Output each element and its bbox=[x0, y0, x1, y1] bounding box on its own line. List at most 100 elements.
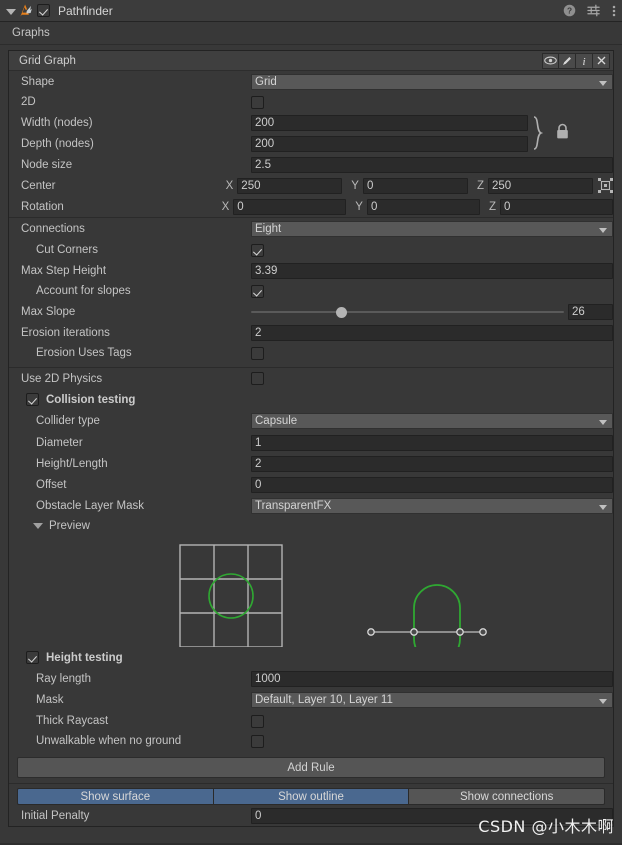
node-size-input[interactable]: 2.5 bbox=[251, 156, 613, 173]
foldout-triangle-icon[interactable] bbox=[4, 5, 16, 17]
show-surface-toggle[interactable]: Show surface bbox=[17, 788, 214, 805]
row-center: Center X 250 Y 0 Z 250 bbox=[9, 175, 613, 196]
shape-dropdown[interactable]: Grid bbox=[251, 73, 613, 90]
row-mask: Mask Default, Layer 10, Layer 11 bbox=[9, 689, 613, 711]
width-nodes-value: 200 bbox=[255, 116, 275, 129]
show-outline-toggle[interactable]: Show outline bbox=[213, 788, 410, 805]
center-axis-x-label: X bbox=[225, 179, 234, 192]
close-icon[interactable] bbox=[593, 52, 610, 69]
max-slope-input[interactable]: 26 bbox=[568, 303, 613, 320]
rotation-axis-z-label: Z bbox=[488, 200, 496, 213]
slider-track bbox=[251, 310, 564, 313]
center-y-input[interactable]: 0 bbox=[362, 177, 468, 194]
collision-preview-canvas bbox=[179, 544, 487, 663]
rotation-z-input[interactable]: 0 bbox=[500, 198, 613, 215]
account-for-slopes-checkbox[interactable] bbox=[251, 284, 264, 298]
offset-input[interactable]: 0 bbox=[251, 476, 613, 493]
row-max-step-height: Max Step Height 3.39 bbox=[9, 260, 613, 281]
mask-dropdown[interactable]: Default, Layer 10, Layer 11 bbox=[251, 692, 613, 708]
height-length-value: 2 bbox=[255, 457, 262, 470]
collision-testing-label: Collision testing bbox=[46, 393, 136, 406]
row-rotation: Rotation X 0 Y 0 Z 0 bbox=[9, 196, 613, 217]
obstacle-layer-mask-value: TransparentFX bbox=[255, 500, 332, 512]
row-obstacle-layer-mask: Obstacle Layer Mask TransparentFX bbox=[9, 495, 613, 517]
component-header: Pathfinder ? bbox=[0, 0, 622, 22]
depth-nodes-input[interactable]: 200 bbox=[251, 135, 528, 152]
connections-dropdown[interactable]: Eight bbox=[251, 221, 613, 237]
cut-corners-checkbox[interactable] bbox=[251, 243, 264, 257]
diameter-input[interactable]: 1 bbox=[251, 434, 613, 451]
grid-graph-title-icons: i bbox=[542, 52, 613, 69]
erosion-uses-tags-checkbox[interactable] bbox=[251, 346, 264, 360]
chevron-down-icon bbox=[599, 505, 607, 510]
max-step-height-input[interactable]: 3.39 bbox=[251, 262, 613, 279]
rotation-axis-x-label: X bbox=[221, 200, 230, 213]
info-icon[interactable]: i bbox=[576, 52, 593, 69]
height-length-label: Height/Length bbox=[36, 457, 108, 470]
rotation-x-input[interactable]: 0 bbox=[233, 198, 347, 215]
help-icon[interactable]: ? bbox=[563, 4, 576, 17]
settings-sliders-icon[interactable] bbox=[587, 4, 601, 17]
erosion-iterations-input[interactable]: 2 bbox=[251, 324, 613, 341]
row-max-slope: Max Slope 26 bbox=[9, 301, 613, 322]
row-preview-foldout[interactable]: Preview bbox=[9, 517, 613, 535]
row-node-size: Node size 2.5 bbox=[9, 154, 613, 175]
row-use-2d-physics: Use 2D Physics bbox=[9, 368, 613, 389]
erosion-uses-tags-label: Erosion Uses Tags bbox=[36, 347, 132, 359]
collider-type-value: Capsule bbox=[255, 415, 298, 427]
width-nodes-input[interactable]: 200 bbox=[251, 114, 528, 131]
astar-logo-icon bbox=[20, 4, 32, 17]
center-x-input[interactable]: 250 bbox=[237, 177, 343, 194]
unwalkable-no-ground-label: Unwalkable when no ground bbox=[36, 735, 182, 747]
offset-label: Offset bbox=[36, 478, 67, 491]
collision-testing-checkbox[interactable] bbox=[26, 393, 39, 406]
height-testing-checkbox[interactable] bbox=[26, 651, 39, 664]
thick-raycast-checkbox[interactable] bbox=[251, 714, 264, 728]
collider-type-dropdown[interactable]: Capsule bbox=[251, 413, 613, 429]
center-z-input[interactable]: 250 bbox=[488, 177, 593, 194]
rotation-y-input[interactable]: 0 bbox=[366, 198, 480, 215]
obstacle-layer-mask-dropdown[interactable]: TransparentFX bbox=[251, 498, 613, 514]
grid-graph-titlebar[interactable]: Grid Graph i bbox=[9, 51, 613, 71]
row-cut-corners: Cut Corners bbox=[9, 240, 613, 260]
row-diameter: Diameter 1 bbox=[9, 432, 613, 453]
eye-icon[interactable] bbox=[542, 52, 559, 69]
diameter-value: 1 bbox=[255, 436, 262, 449]
ray-length-label: Ray length bbox=[36, 672, 91, 685]
pencil-icon[interactable] bbox=[559, 52, 576, 69]
center-snap-icon[interactable] bbox=[598, 178, 613, 193]
preview-foldout-icon[interactable] bbox=[33, 523, 43, 529]
initial-penalty-value: 0 bbox=[255, 809, 262, 822]
node-size-value: 2.5 bbox=[255, 158, 271, 171]
show-connections-toggle[interactable]: Show connections bbox=[409, 788, 606, 805]
max-slope-value: 26 bbox=[572, 305, 585, 318]
account-for-slopes-label: Account for slopes bbox=[36, 285, 131, 297]
use-2d-physics-checkbox[interactable] bbox=[251, 372, 264, 385]
row-erosion-iterations: Erosion iterations 2 bbox=[9, 322, 613, 343]
row-height-length: Height/Length 2 bbox=[9, 453, 613, 474]
center-axis-z-label: Z bbox=[476, 179, 484, 192]
add-rule-button[interactable]: Add Rule bbox=[17, 757, 605, 778]
inspector-root: Pathfinder ? Graphs Grid Graph i Shape G… bbox=[0, 0, 622, 845]
diameter-label: Diameter bbox=[36, 436, 83, 449]
row-account-for-slopes: Account for slopes bbox=[9, 281, 613, 301]
max-slope-slider[interactable] bbox=[251, 304, 564, 320]
ray-length-input[interactable]: 1000 bbox=[251, 670, 613, 687]
2d-checkbox[interactable] bbox=[251, 95, 264, 109]
max-step-height-value: 3.39 bbox=[255, 264, 278, 277]
show-outline-label: Show outline bbox=[278, 790, 344, 803]
height-length-input[interactable]: 2 bbox=[251, 455, 613, 472]
row-width-nodes: Width (nodes) 200 bbox=[9, 112, 613, 133]
shape-label: Shape bbox=[21, 75, 55, 88]
component-enabled-checkbox[interactable] bbox=[37, 4, 50, 17]
ray-length-value: 1000 bbox=[255, 672, 281, 685]
lock-icon[interactable] bbox=[555, 123, 570, 140]
rotation-axis-y-label: Y bbox=[355, 200, 363, 213]
preview-grid bbox=[179, 544, 283, 648]
rotation-y-value: 0 bbox=[370, 200, 378, 213]
show-surface-label: Show surface bbox=[80, 790, 151, 803]
unwalkable-no-ground-checkbox[interactable] bbox=[251, 734, 264, 748]
collider-type-label: Collider type bbox=[36, 415, 100, 427]
more-menu-icon[interactable] bbox=[612, 4, 616, 18]
slider-knob[interactable] bbox=[336, 306, 348, 318]
